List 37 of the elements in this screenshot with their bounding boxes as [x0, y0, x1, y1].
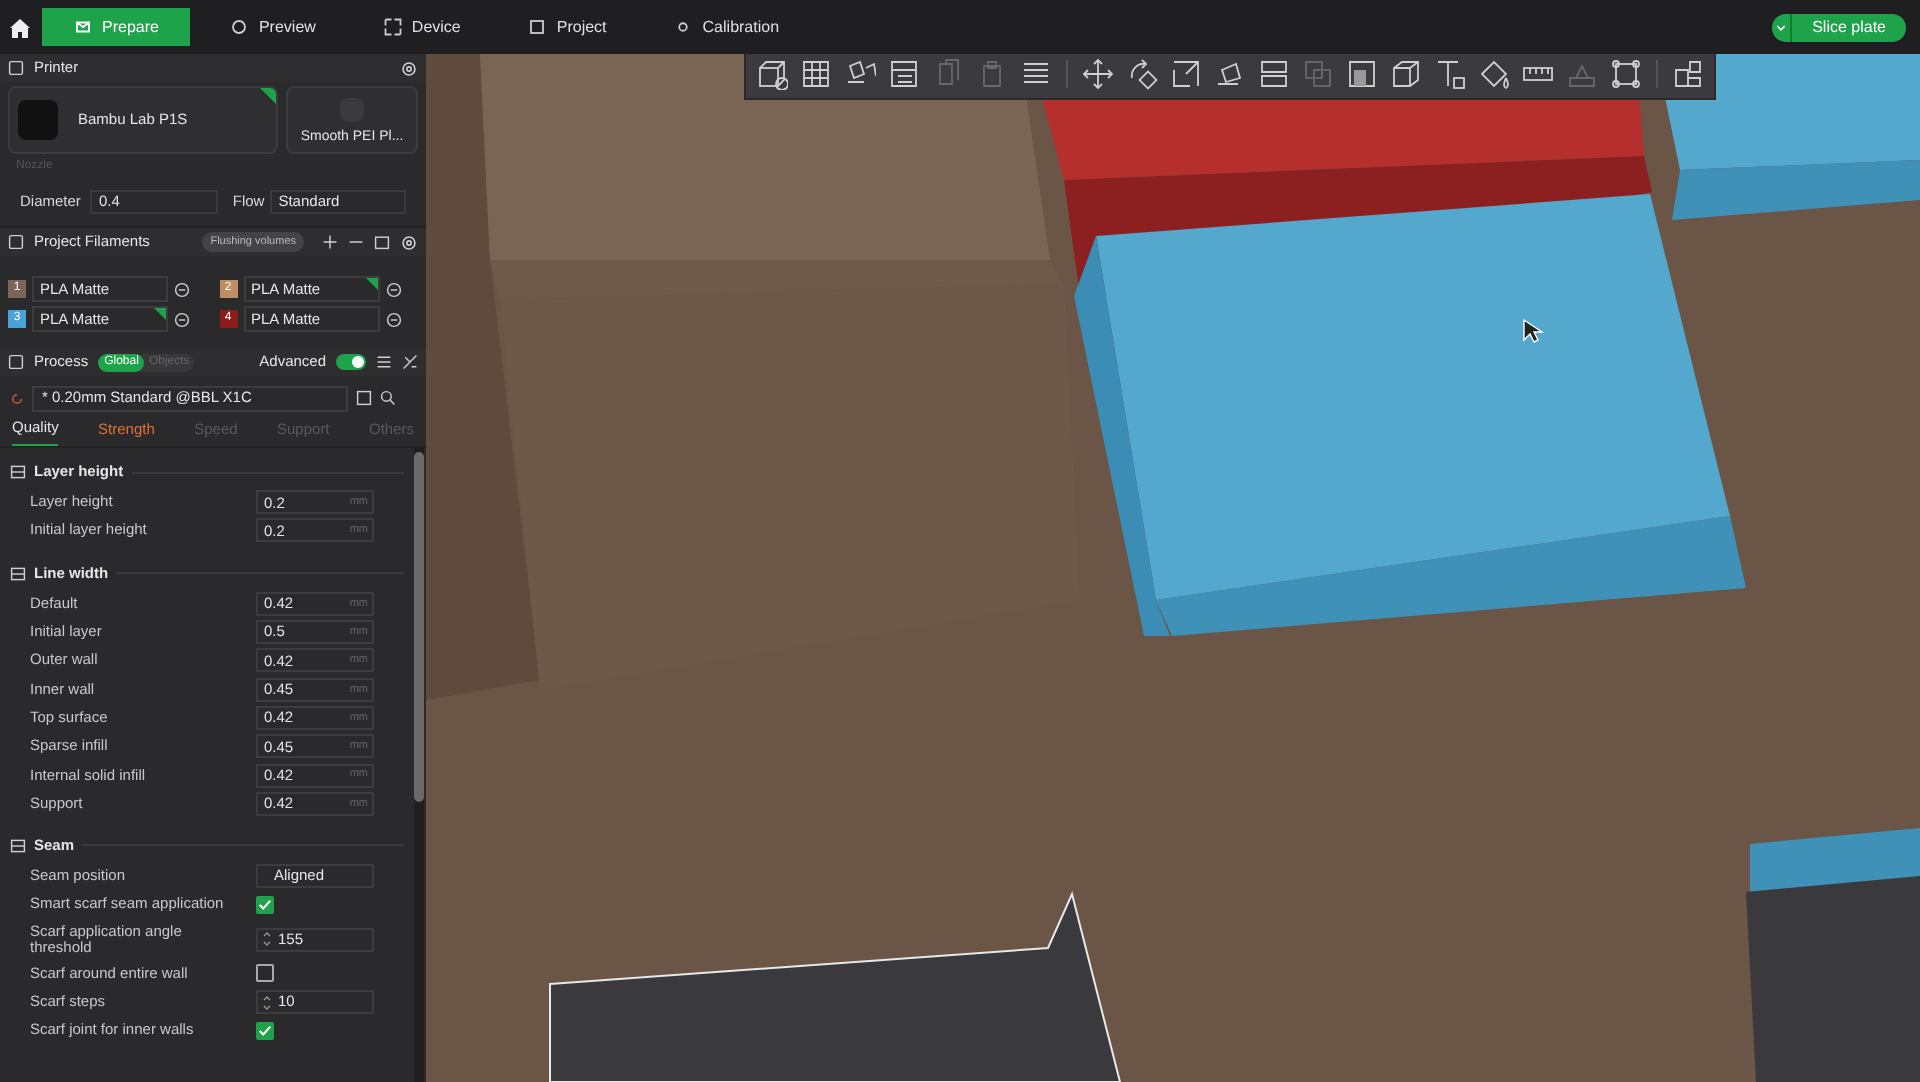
spin-arrows-icon[interactable] — [262, 993, 272, 1011]
remove-circle-icon[interactable] — [385, 311, 401, 327]
tab-icon — [74, 18, 92, 36]
group-icon — [10, 565, 26, 582]
crop-icon[interactable] — [1606, 54, 1646, 94]
advanced-toggle[interactable] — [336, 354, 366, 370]
settings-icon[interactable] — [400, 233, 418, 251]
remove-circle-icon[interactable] — [174, 281, 190, 297]
group-icon — [10, 837, 26, 854]
tab-icon — [383, 18, 402, 36]
tab[interactable]: Calibration — [650, 8, 804, 46]
group-icon — [10, 464, 26, 480]
cursor-icon — [1523, 318, 1545, 343]
tab-icon — [674, 18, 693, 36]
tab-icon — [230, 18, 249, 36]
printer-thumbnail — [18, 100, 58, 140]
settings-icon[interactable] — [400, 59, 418, 77]
tab[interactable]: Project — [504, 8, 631, 46]
home-icon[interactable] — [8, 15, 32, 39]
tab[interactable]: Device — [359, 8, 485, 46]
caret-icon[interactable] — [1772, 13, 1793, 41]
checkbox[interactable] — [256, 1021, 274, 1040]
checkbox[interactable] — [256, 895, 274, 914]
scrollbar[interactable] — [414, 448, 424, 1082]
spin-arrows-icon[interactable] — [262, 930, 272, 949]
tab[interactable]: Preview — [206, 8, 340, 46]
list-icon[interactable] — [376, 354, 392, 370]
remove-circle-icon[interactable] — [385, 281, 401, 297]
reset-icon[interactable] — [10, 391, 24, 405]
tab-icon — [528, 18, 547, 36]
3d-viewport[interactable] — [426, 54, 1920, 1082]
checkbox[interactable] — [256, 964, 274, 983]
move-icon[interactable] — [1078, 54, 1118, 94]
scrollbar-thumb[interactable] — [414, 452, 424, 802]
add-icon[interactable] — [322, 234, 338, 250]
remove-circle-icon[interactable] — [174, 311, 190, 327]
search-icon[interactable] — [380, 390, 396, 406]
